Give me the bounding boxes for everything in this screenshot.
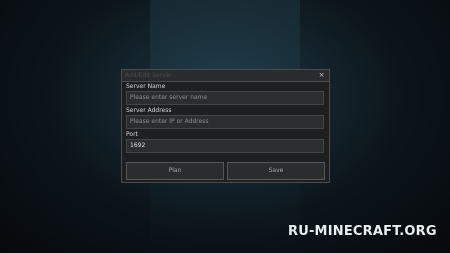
server-address-label: Server Address [126, 107, 172, 114]
server-name-label: Server Name [126, 83, 166, 90]
close-icon[interactable]: × [317, 70, 326, 81]
port-label: Port [126, 131, 138, 138]
server-dialog: Add/Edit Server × Server Name Please ent… [121, 69, 330, 183]
plan-button[interactable]: Plan [126, 162, 224, 180]
dialog-titlebar: Add/Edit Server × [122, 70, 329, 82]
site-watermark: RU-MINECRAFT.ORG [288, 224, 437, 239]
save-button[interactable]: Save [227, 162, 325, 180]
server-name-input[interactable]: Please enter server name [126, 91, 324, 105]
dialog-title: Add/Edit Server [125, 72, 172, 79]
server-address-input[interactable]: Please enter IP or Address [126, 115, 324, 129]
port-input[interactable]: 1692 [126, 139, 324, 153]
